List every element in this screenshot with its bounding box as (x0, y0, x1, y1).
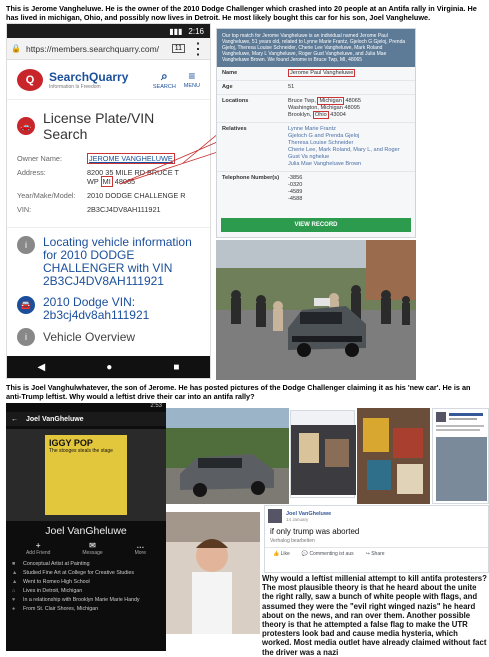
dodge-challenger-photo (166, 408, 289, 504)
home-location-icon: ⌂ (12, 588, 16, 594)
people-search-result-card: Our top match for Jerome Vangheluwe is a… (216, 28, 416, 238)
avatar[interactable] (268, 509, 282, 523)
fb-author-name[interactable]: Joel VanGheluwe (286, 511, 331, 517)
fb-post-meta: Verhalog bearbeiten (270, 538, 315, 544)
locations-label: Locations (222, 98, 249, 104)
share-button[interactable]: ↪ Share (366, 551, 385, 557)
loc1-zip: 48065 (345, 98, 361, 104)
telephone-label: Telephone Number(s) (222, 175, 280, 181)
sidebar-snippet-illustration (436, 412, 487, 501)
facebook-photo-post (290, 410, 356, 498)
location-pin-icon: ● (12, 606, 16, 612)
crash-scene-illustration (216, 240, 416, 380)
intro-item: ▲ Went to Romeo High School (12, 579, 160, 585)
facebook-sidebar-snippet (432, 408, 489, 504)
back-arrow-icon[interactable]: ← (11, 416, 18, 423)
graduation-cap-icon: ▲ (12, 579, 18, 585)
result-header: Our top match for Jerome Vangheluwe is a… (217, 29, 415, 67)
profile-title: Joel VanGheluwe (26, 415, 84, 423)
album-cover: IGGY POP The stooges steals the stage (45, 435, 127, 515)
intro-item: ♥ In a relationship with Brooklyn Marie M… (12, 597, 160, 603)
like-icon: 👍 (273, 551, 280, 557)
locations-value: Bruce Twp, Michigan 48065 Washington, Mi… (288, 97, 410, 119)
fb-post-author: Joel VanGheluwe 14 January (265, 506, 488, 526)
intro-item: ■ Conceptual Artist at Painting (12, 561, 160, 567)
intro-item: ⌂ Lives in Detroit, Michigan (12, 588, 160, 594)
facebook-profile-screenshot: 2:53 ← Joel VanGheluwe IGGY POP The stoo… (6, 403, 166, 651)
add-friend-label: Add Friend (25, 550, 51, 556)
view-record-button[interactable]: VIEW RECORD (221, 218, 411, 232)
add-friend-button[interactable]: + Add Friend (26, 541, 50, 556)
like-button[interactable]: 👍 Like (273, 551, 290, 557)
briefcase-icon: ■ (12, 561, 16, 567)
telephone-value: -3856 -0320 -4589 -4588 (288, 175, 410, 203)
intro-item: ▲ Studied Fine Art at College for Creativ… (12, 570, 160, 576)
like-label: Like (280, 551, 290, 557)
message-label: Message (82, 550, 103, 556)
relatives-label: Relatives (222, 126, 247, 132)
profile-actions: + Add Friend ✉ Message … More (6, 541, 166, 556)
age-label: Age (222, 84, 233, 90)
album-title: IGGY POP (49, 438, 93, 448)
graduation-cap-icon: ▲ (12, 570, 18, 576)
intro-item: ● From St. Clair Shores, Michigan (12, 606, 160, 612)
commentary-text: Why would a leftist millenial attempt to… (262, 574, 487, 657)
crash-photo (216, 240, 416, 380)
album-subtitle: The stooges steals the stage (49, 448, 113, 454)
tel-2: -0320 (288, 182, 303, 188)
comment-icon: 💬 (301, 551, 309, 557)
selfie-illustration (166, 512, 260, 634)
more-icon: … (136, 541, 145, 550)
more-label: More (134, 550, 147, 556)
relatives-value[interactable]: Lynne Marie Frantz Gjeloch G and Prenda … (288, 126, 410, 168)
loc3-state: Ohio (312, 111, 329, 119)
intro-item-text: Studied Fine Art at College for Creative… (23, 570, 134, 576)
name-value: Jerome Paul Vangheluwe (288, 69, 356, 77)
comment-label: Commenting ist aus (309, 551, 354, 557)
intro-item-text: From St. Clair Shores, Michigan (23, 606, 99, 612)
message-button[interactable]: ✉ Message (82, 541, 102, 556)
artwork-collage-photo (357, 408, 430, 504)
intro-item-text: Lives in Detroit, Michigan (23, 588, 83, 594)
selfie-photo (166, 512, 260, 634)
name-label: Name (222, 70, 238, 76)
add-friend-icon: + (35, 541, 41, 550)
share-icon: ↪ (365, 551, 370, 557)
intro-item-text: Conceptual Artist at Painting (23, 561, 90, 567)
loc3-zip: 43004 (330, 112, 346, 118)
loc1-city: Bruce Twp, (288, 98, 316, 104)
tel-1: -3856 (288, 175, 303, 181)
fb-post-header (291, 411, 354, 425)
facebook-text-post: Joel VanGheluwe 14 January if only trump… (264, 505, 489, 573)
fb-post-time: 14 January (286, 516, 309, 522)
fb-post-text: if only trump was aborted (270, 527, 360, 536)
artwork-illustration (357, 408, 430, 504)
cover-photo: IGGY POP The stooges steals the stage (6, 429, 166, 521)
more-button[interactable]: … More (135, 541, 146, 556)
tel-3: -4589 (288, 189, 303, 195)
share-label: Share (371, 551, 385, 557)
status-bar-2: 2:53 (150, 403, 162, 409)
message-icon: ✉ (89, 541, 96, 550)
caption-middle: This is Joel Vanghulwhatever, the son of… (6, 383, 471, 401)
intro-item-text: Went to Romeo High School (23, 579, 90, 585)
profile-intro-list: ■ Conceptual Artist at Painting ▲ Studied … (6, 561, 166, 612)
comment-button[interactable]: 💬 Commenting ist aus (302, 551, 354, 557)
loc3-city: Brooklyn, (288, 112, 312, 118)
challenger-illustration (166, 408, 289, 504)
profile-name: Joel VanGheluwe (45, 525, 127, 537)
fb-post-actions: 👍 Like 💬 Commenting ist aus ↪ Share (265, 547, 488, 560)
heart-icon: ♥ (12, 597, 16, 603)
age-value: 51 (288, 84, 295, 90)
tel-4: -4588 (288, 196, 303, 202)
profile-top-bar: ← Joel VanGheluwe (6, 412, 166, 426)
intro-item-text: In a relationship with Brooklyn Marie Ma… (23, 597, 140, 603)
fb-photo-illustration (291, 425, 356, 495)
loc1-state: Michigan (317, 97, 344, 105)
